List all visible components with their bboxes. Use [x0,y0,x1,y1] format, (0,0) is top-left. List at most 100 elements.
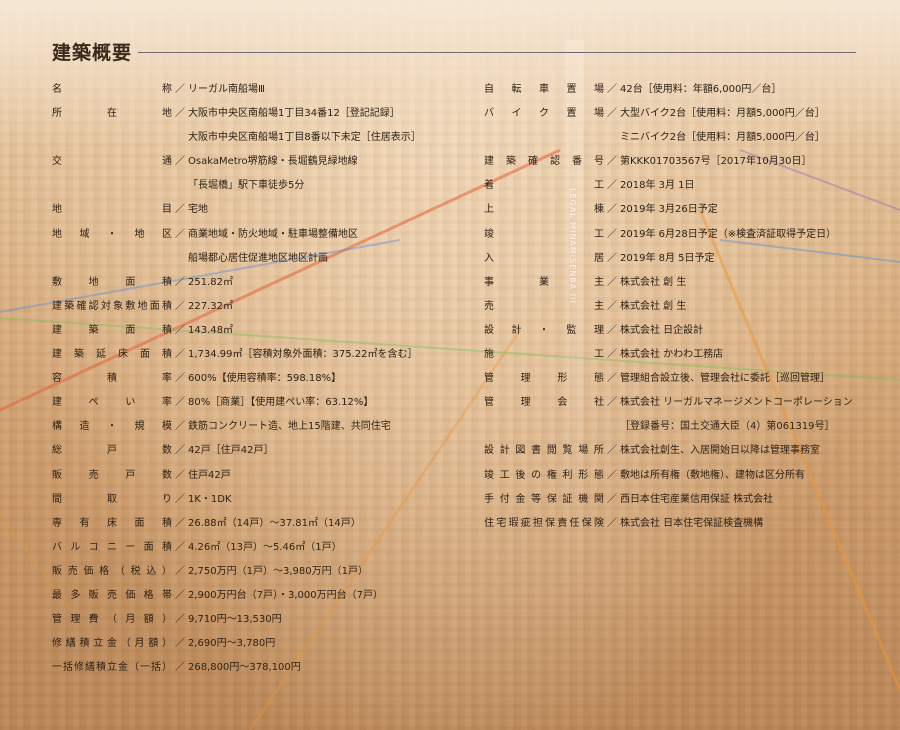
separator-slash: ／ [175,156,185,168]
spec-label: 上棟 [484,204,604,216]
spec-value: 2,900万円台（7戸）・3,000万円台（7戸） [188,589,383,601]
separator-slash: ／ [175,493,185,505]
spec-value: 商業地域・防火地域・駐車場整備地区 [188,228,358,240]
spec-column-left: 名称／リーガル南船場Ⅲ所在地／大阪市中央区南船場1丁目34番12［登記記録］／大… [52,80,462,682]
spec-value: 2019年 8月 5日予定 [620,252,715,264]
separator-slash: ／ [175,541,185,553]
spec-row: 竣工／ 2019年 6月28日予定（※検査済証取得予定日） [484,225,864,249]
spec-row: ／「長堀橋」駅下車徒歩5分 [52,176,462,200]
spec-value: 143.48㎡ [188,324,233,336]
spec-label: 構造・規模 [52,421,172,433]
spec-value: 42台［使用料：年額6,000円／台］ [620,84,782,95]
spec-row: 設計・監理／株式会社 日企設計 [484,321,864,345]
separator-slash: ／ [175,565,185,577]
spec-row: 建築延床面積／ 1,734.99㎡［容積対象外面積：375.22㎡を含む］ [52,345,462,369]
spec-row: 管理形態／管理組合設立後、管理会社に委託［巡回管理］ [484,369,864,393]
spec-value: 600%【使用容積率：598.18%】 [188,373,342,385]
spec-row: 名称／リーガル南船場Ⅲ [52,80,462,104]
spec-label: 住宅瑕疵担保責任保険 [484,517,604,529]
separator-slash: ／ [607,300,617,312]
spec-row: 容積率／ 600%【使用容積率：598.18%】 [52,369,462,393]
spec-label: 敷地面積 [52,276,172,288]
separator-slash: ／ [607,445,617,457]
spec-value: 大型バイク2台［使用料：月額5,000円／台］ [620,108,825,120]
separator-slash: ／ [607,204,617,216]
separator-slash: ／ [607,252,617,264]
spec-value: 2019年 3月26日予定 [620,204,718,216]
spec-label: 竣工 [484,228,604,240]
spec-value: 株式会社 創 生 [620,300,687,312]
separator-slash: ／ [607,228,617,240]
spec-value: 株式会社 リーガルマネージメントコーポレーション [620,397,853,409]
separator-slash: ／ [175,638,185,650]
spec-value: 大阪市中央区南船場1丁目8番以下未定［住居表示］ [188,132,421,144]
separator-slash: ／ [175,108,185,120]
separator-slash: ／ [175,84,185,95]
spec-label: 交通 [52,156,172,168]
spec-row: 修繕積立金（月額）／ 2,690円〜3,780円 [52,634,462,658]
spec-label: 間取り [52,493,172,505]
separator-slash: ／ [607,84,617,95]
spec-value: 第KKK01703567号［2017年10月30日］ [620,156,812,168]
spec-value: 80%［商業］【使用建ぺい率：63.12%】 [188,397,374,409]
spec-label: 設計図書閲覧場所 [484,445,604,457]
page-title: 建築概要 [52,42,133,64]
separator-slash: ／ [175,662,185,674]
spec-label: 建ぺい率 [52,397,172,409]
separator-slash: ／ [175,397,185,409]
spec-value: 2019年 6月28日予定（※検査済証取得予定日） [620,228,837,240]
separator-slash: ／ [607,493,617,505]
separator-slash: ／ [175,324,185,336]
spec-label: 建築面積 [52,324,172,336]
spec-value: 住戸42戸 [188,469,231,481]
spec-label: 手付金等保証機関 [484,493,604,505]
spec-row: 手付金等保証機関／西日本住宅産業信用保証 株式会社 [484,490,864,514]
spec-row: ／［登録番号：国土交通大臣（4）第061319号］ [484,417,864,441]
spec-label: 販売価格（税込） [52,565,172,577]
spec-value: 1K・1DK [188,493,232,505]
spec-label: 最多販売価格帯 [52,589,172,601]
spec-row: 設計図書閲覧場所／株式会社創生、入居開始日以降は管理事務室 [484,441,864,465]
spec-row: 管理会社／株式会社 リーガルマネージメントコーポレーション [484,393,864,417]
spec-label: 管理形態 [484,373,604,385]
separator-slash: ／ [175,300,185,312]
separator-slash: ／ [175,373,185,385]
spec-value: 船場都心居住促進地区地区計画 [188,252,328,264]
spec-label: 施工 [484,349,604,361]
separator-slash: ／ [607,276,617,288]
spec-row: 最多販売価格帯／ 2,900万円台（7戸）・3,000万円台（7戸） [52,586,462,610]
spec-row: 一括修繕積立金（一括）／ 268,800円〜378,100円 [52,658,462,682]
spec-value: 株式会社創生、入居開始日以降は管理事務室 [620,445,820,457]
spec-label: バイク置場 [484,108,604,120]
spec-label: バルコニー面積 [52,541,172,553]
separator-slash: ／ [175,469,185,481]
spec-label: 専有床面積 [52,517,172,529]
spec-label: 名称 [52,84,172,95]
spec-label: 建築確認対象敷地面積 [52,300,172,312]
spec-row: 構造・規模／鉄筋コンクリート造、地上15階建、共同住宅 [52,417,462,441]
spec-value: 9,710円〜13,530円 [188,614,282,626]
spec-value: 敷地は所有権（敷地権）、建物は区分所有 [620,469,805,481]
separator-slash: ／ [607,180,617,192]
spec-value: 宅地 [188,204,208,216]
spec-row: 専有床面積／ 26.88㎡（14戸）〜37.81㎡（14戸） [52,514,462,538]
spec-row: 総戸数／ 42戸［住戸42戸］ [52,441,462,465]
spec-row: 建築確認対象敷地面積／ 227.32㎡ [52,297,462,321]
spec-row: 事業主／株式会社 創 生 [484,273,864,297]
spec-row: 交通／ OsakaMetro堺筋線・長堀鶴見緑地線 [52,152,462,176]
spec-label: 地域・地区 [52,228,172,240]
spec-row: ／船場都心居住促進地区地区計画 [52,249,462,273]
spec-label: 販売戸数 [52,469,172,481]
spec-value: 鉄筋コンクリート造、地上15階建、共同住宅 [188,421,391,433]
separator-slash: ／ [175,614,185,626]
spec-value: 268,800円〜378,100円 [188,662,301,674]
separator-slash: ／ [607,373,617,385]
spec-row: 入居／ 2019年 8月 5日予定 [484,249,864,273]
spec-row: 所在地／大阪市中央区南船場1丁目34番12［登記記録］ [52,104,462,128]
spec-row: 間取り／ 1K・1DK [52,490,462,514]
separator-slash: ／ [175,421,185,433]
separator-slash: ／ [607,156,617,168]
spec-row: 建築面積／ 143.48㎡ [52,321,462,345]
spec-label: 管理会社 [484,397,604,409]
spec-label: 竣工後の権利形態 [484,469,604,481]
